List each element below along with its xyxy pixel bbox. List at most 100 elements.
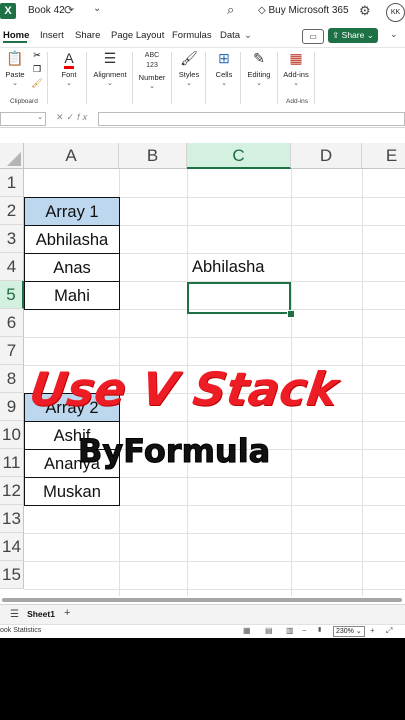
paste-dropdown-icon: ⌄ [12, 80, 18, 87]
number-format-icon: ABC 123 [144, 52, 160, 69]
excel-logo-icon: X [0, 3, 16, 19]
row-header[interactable]: 9 [0, 393, 24, 421]
row-header[interactable]: 1 [0, 169, 24, 197]
cell-c4[interactable]: Abhilasha [187, 253, 291, 281]
comment-button[interactable]: ▭ [302, 29, 324, 44]
tab-data[interactable]: Data [220, 30, 240, 41]
ribbon-separator [47, 52, 48, 104]
tab-share[interactable]: Share [75, 30, 100, 41]
file-name[interactable]: Book 42 [28, 5, 65, 16]
page-layout-view-icon[interactable]: ▤ [265, 626, 273, 635]
status-bar: ook Statistics ▦ ▤ ▥ − ▮ 230% ⌄ + ⤢ [0, 624, 405, 638]
cells-label: Cells [215, 70, 233, 79]
clipboard-group-label: Clipboard [10, 98, 38, 105]
row-header[interactable]: 11 [0, 449, 24, 477]
addins-button[interactable]: ▦ Add-ins ⌄ [282, 48, 310, 87]
enter-icon[interactable]: ✓ [67, 112, 78, 122]
share-label: Share [341, 30, 365, 40]
zoom-in-icon[interactable]: + [370, 626, 375, 635]
column-header-e[interactable]: E [362, 143, 405, 169]
share-button[interactable]: ⇪ Share ⌄ [328, 28, 378, 43]
ribbon-collapse-icon[interactable]: ⌄ [390, 29, 398, 40]
row-header[interactable]: 8 [0, 365, 24, 393]
gear-icon[interactable]: ⚙ [359, 3, 371, 19]
editing-label: Editing [247, 70, 271, 79]
fill-handle[interactable] [287, 310, 295, 318]
cut-icon[interactable]: ✂ [30, 48, 44, 62]
tabs-more-chevron-icon[interactable]: ⌄ [244, 30, 252, 41]
row-header[interactable]: 10 [0, 421, 24, 449]
active-cell-c5[interactable] [187, 282, 291, 314]
gridline [24, 337, 405, 338]
ribbon-separator [205, 52, 206, 104]
select-all-button[interactable] [0, 143, 24, 169]
tab-formulas[interactable]: Formulas [172, 30, 212, 41]
row-header[interactable]: 3 [0, 225, 24, 253]
search-icon[interactable]: ⌕ [227, 2, 234, 18]
cells-button[interactable]: ⊞ Cells ⌄ [212, 48, 236, 87]
ribbon-separator [240, 52, 241, 104]
row-header[interactable]: 6 [0, 309, 24, 337]
editing-dropdown-icon: ⌄ [256, 80, 262, 87]
fit-screen-icon[interactable]: ⤢ [386, 626, 392, 636]
paste-button[interactable]: 📋 Paste ⌄ [4, 48, 26, 87]
all-sheets-menu-icon[interactable]: ☰ [10, 609, 19, 620]
normal-view-icon[interactable]: ▦ [243, 626, 251, 635]
styles-button[interactable]: 🖌 Styles ⌄ [176, 48, 202, 87]
zoom-out-icon[interactable]: − [302, 626, 307, 635]
gridline [24, 533, 405, 534]
ribbon: 📋 Paste ⌄ ✂ ❐ 🖌 Clipboard A Font ⌄ ☰ Ali… [0, 47, 405, 111]
zoom-level[interactable]: 230% ⌄ [333, 626, 365, 637]
sheet-tab-sheet1[interactable]: Sheet1 [26, 605, 56, 626]
cell-a5[interactable]: Mahi [24, 281, 120, 310]
chevron-down-icon[interactable]: ⌄ [37, 113, 43, 121]
row-header[interactable]: 15 [0, 561, 24, 589]
buy-microsoft-365-button[interactable]: ◇ Buy Microsoft 365 [258, 5, 349, 16]
name-box[interactable]: ⌄ [0, 112, 46, 126]
workbook-statistics[interactable]: ook Statistics [0, 627, 41, 634]
tab-page-layout[interactable]: Page Layout [111, 30, 164, 41]
font-button[interactable]: A Font ⌄ [55, 48, 83, 87]
column-header-a[interactable]: A [24, 143, 119, 169]
formula-bar: ⌄ ✕✓fx [0, 110, 405, 128]
cell-a4[interactable]: Anas [24, 253, 120, 282]
formula-input[interactable] [98, 112, 405, 126]
number-button[interactable]: ABC 123 Number ⌄ [136, 48, 168, 90]
styles-dropdown-icon: ⌄ [186, 80, 192, 87]
cell-a2[interactable]: Array 1 [24, 197, 120, 226]
row-header[interactable]: 5 [0, 281, 24, 309]
column-header-d[interactable]: D [291, 143, 362, 169]
row-header[interactable]: 7 [0, 337, 24, 365]
avatar[interactable]: KK [386, 3, 405, 22]
tab-insert[interactable]: Insert [40, 30, 64, 41]
ribbon-separator [277, 52, 278, 104]
zoom-slider-icon[interactable]: ▮ [318, 626, 321, 633]
row-header[interactable]: 2 [0, 197, 24, 225]
row-header[interactable]: 4 [0, 253, 24, 281]
font-color-icon: A [55, 48, 83, 69]
horizontal-scrollbar[interactable] [0, 596, 405, 604]
cell-a12[interactable]: Muskan [24, 477, 120, 506]
row-header[interactable]: 12 [0, 477, 24, 505]
number-dropdown-icon: ⌄ [149, 83, 155, 90]
cell-a3[interactable]: Abhilasha [24, 225, 120, 254]
column-header-c[interactable]: C [187, 143, 291, 169]
chevron-down-icon[interactable]: ⌄ [93, 3, 101, 14]
copy-icon[interactable]: ❐ [30, 62, 44, 76]
ribbon-separator [132, 52, 133, 104]
add-sheet-icon[interactable]: + [64, 607, 70, 619]
column-header-b[interactable]: B [119, 143, 187, 169]
format-painter-icon[interactable]: 🖌 [30, 76, 44, 90]
fx-icon[interactable]: fx [77, 112, 90, 122]
editing-button[interactable]: ✎ Editing ⌄ [245, 48, 273, 87]
tab-home[interactable]: Home [3, 30, 29, 41]
alignment-button[interactable]: ☰ Alignment ⌄ [91, 48, 129, 87]
row-header[interactable]: 13 [0, 505, 24, 533]
cancel-icon[interactable]: ✕ [56, 112, 67, 122]
scrollbar-thumb[interactable] [2, 598, 402, 602]
addins-group-label: Add-ins [286, 98, 309, 105]
ribbon-separator [314, 52, 315, 104]
active-tab-indicator [3, 41, 27, 43]
row-header[interactable]: 14 [0, 533, 24, 561]
page-break-view-icon[interactable]: ▥ [286, 626, 294, 635]
